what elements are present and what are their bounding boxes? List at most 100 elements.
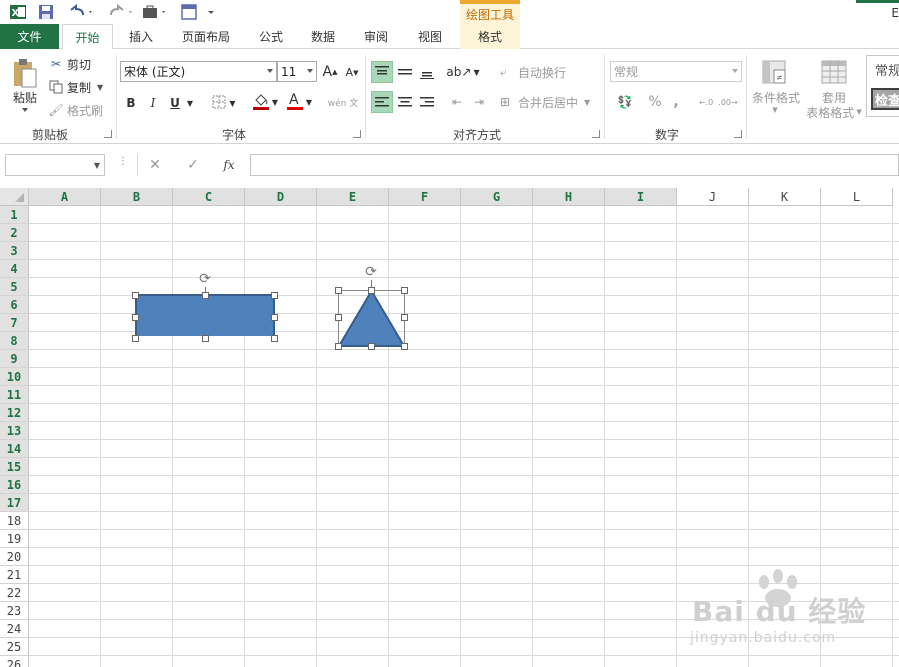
format-painter-button[interactable]: 🖌 格式刷 <box>48 101 108 119</box>
middle-align-button[interactable] <box>394 61 416 83</box>
font-launcher-icon[interactable] <box>353 130 361 138</box>
fill-color-button[interactable]: ▼ <box>250 91 280 113</box>
conditional-format-button[interactable]: 条件格式 <box>750 89 802 105</box>
triangle-shape[interactable] <box>338 290 406 348</box>
wrap-text-button[interactable]: ⤶ 自动换行 <box>500 61 572 83</box>
underline-dropdown-icon[interactable]: ▼ <box>184 93 196 113</box>
row-header-14[interactable]: 14 <box>0 440 29 458</box>
orientation-button[interactable]: ab↗ ▼ <box>446 61 479 83</box>
comma-button[interactable]: , <box>668 91 684 113</box>
row-header-15[interactable]: 15 <box>0 458 29 476</box>
column-header-e[interactable]: E <box>317 188 389 206</box>
row-header-18[interactable]: 18 <box>0 512 29 530</box>
tab-review[interactable]: 审阅 <box>352 24 400 49</box>
column-header-h[interactable]: H <box>533 188 605 206</box>
worksheet-grid[interactable]: ABCDEFGHIJKL 1 2 3 4 5 6 7 8 9 10 11 12 13 14 15 16 17 18… <box>0 188 899 667</box>
number-launcher-icon[interactable] <box>734 130 742 138</box>
resize-handle[interactable] <box>271 335 278 342</box>
italic-button[interactable]: I <box>144 93 162 113</box>
tab-data[interactable]: 数据 <box>300 24 346 49</box>
paste-button[interactable]: 粘贴 <box>6 89 44 105</box>
save-icon[interactable] <box>36 2 56 22</box>
row-header-6[interactable]: 6 <box>0 296 29 314</box>
font-name-combo[interactable]: 宋体 (正文) <box>120 61 277 82</box>
row-header-22[interactable]: 22 <box>0 584 29 602</box>
cell-styles-gallery[interactable]: 常规 检查 <box>866 55 899 117</box>
align-center-button[interactable] <box>394 91 416 113</box>
column-header-f[interactable]: F <box>389 188 461 206</box>
phonetic-button[interactable]: wén 文 <box>326 91 360 117</box>
bottom-align-button[interactable] <box>416 61 438 83</box>
decrease-indent-icon[interactable]: ⇤ <box>447 91 467 113</box>
enter-button[interactable]: ✓ <box>182 154 204 176</box>
name-box[interactable]: ▼ <box>5 154 105 176</box>
clipboard-launcher-icon[interactable] <box>104 130 112 138</box>
style-check-cell[interactable]: 检查 <box>871 88 899 110</box>
row-header-9[interactable]: 9 <box>0 350 29 368</box>
rotate-handle-icon[interactable]: ⟳ <box>197 271 213 287</box>
row-header-2[interactable]: 2 <box>0 224 29 242</box>
customize-qat-icon[interactable] <box>204 2 218 22</box>
resize-handle[interactable] <box>202 335 209 342</box>
insert-function-button[interactable]: fx <box>216 154 242 176</box>
briefcase-icon[interactable] <box>140 2 170 22</box>
formula-input[interactable] <box>250 154 899 176</box>
resize-handle[interactable] <box>132 314 139 321</box>
column-header-l[interactable]: L <box>821 188 893 206</box>
row-header-7[interactable]: 7 <box>0 314 29 332</box>
row-header-1[interactable]: 1 <box>0 206 29 224</box>
row-header-17[interactable]: 17 <box>0 494 29 512</box>
resize-handle[interactable] <box>335 314 342 321</box>
rotate-handle-icon[interactable]: ⟳ <box>363 264 379 280</box>
resize-handle[interactable] <box>401 343 408 350</box>
increase-decimal-icon[interactable]: ←.0 <box>696 91 716 113</box>
resize-handle[interactable] <box>271 314 278 321</box>
borders-button[interactable]: ▼ <box>208 93 240 113</box>
alignment-launcher-icon[interactable] <box>592 130 600 138</box>
cut-button[interactable]: ✂ 剪切 <box>48 55 98 73</box>
select-all-button[interactable] <box>0 188 29 206</box>
style-normal[interactable]: 常规 <box>871 60 899 79</box>
align-right-button[interactable] <box>416 91 438 113</box>
column-header-d[interactable]: D <box>245 188 317 206</box>
column-header-g[interactable]: G <box>461 188 533 206</box>
conditional-format-icon[interactable]: ≠ <box>757 57 793 89</box>
decrease-decimal-icon[interactable]: .00→ <box>718 91 738 113</box>
row-header-10[interactable]: 10 <box>0 368 29 386</box>
row-header-3[interactable]: 3 <box>0 242 29 260</box>
resize-handle[interactable] <box>368 343 375 350</box>
resize-handle[interactable] <box>401 314 408 321</box>
row-header-23[interactable]: 23 <box>0 602 29 620</box>
column-header-i[interactable]: I <box>605 188 677 206</box>
top-align-button[interactable] <box>371 61 393 83</box>
tab-page-layout[interactable]: 页面布局 <box>170 24 242 49</box>
number-format-combo[interactable]: 常规 <box>610 61 742 82</box>
resize-handle[interactable] <box>202 292 209 299</box>
cancel-button[interactable]: ✕ <box>144 154 166 176</box>
align-left-button[interactable] <box>371 91 393 113</box>
row-header-11[interactable]: 11 <box>0 386 29 404</box>
font-color-button[interactable]: A ▼ <box>284 91 314 113</box>
row-header-26[interactable]: 26 <box>0 656 29 667</box>
excel-logo-icon[interactable]: X <box>8 2 28 22</box>
row-header-8[interactable]: 8 <box>0 332 29 350</box>
row-header-4[interactable]: 4 <box>0 260 29 278</box>
tab-home[interactable]: 开始 <box>62 24 113 50</box>
tab-view[interactable]: 视图 <box>406 24 454 49</box>
tab-insert[interactable]: 插入 <box>118 24 164 49</box>
undo-icon[interactable] <box>66 2 96 22</box>
paste-icon[interactable] <box>8 55 42 93</box>
format-as-table-icon[interactable] <box>816 57 852 89</box>
paste-dropdown-icon[interactable] <box>20 105 30 115</box>
window-icon[interactable] <box>178 2 200 22</box>
resize-handle[interactable] <box>335 343 342 350</box>
grow-font-button[interactable]: A ▲ <box>321 61 339 82</box>
row-header-25[interactable]: 25 <box>0 638 29 656</box>
resize-handle[interactable] <box>401 287 408 294</box>
resize-handle[interactable] <box>335 287 342 294</box>
row-header-13[interactable]: 13 <box>0 422 29 440</box>
row-header-21[interactable]: 21 <box>0 566 29 584</box>
column-header-k[interactable]: K <box>749 188 821 206</box>
redo-icon[interactable] <box>106 2 136 22</box>
merge-center-button[interactable]: ⊞ 合并后居中 ▼ <box>500 91 600 113</box>
